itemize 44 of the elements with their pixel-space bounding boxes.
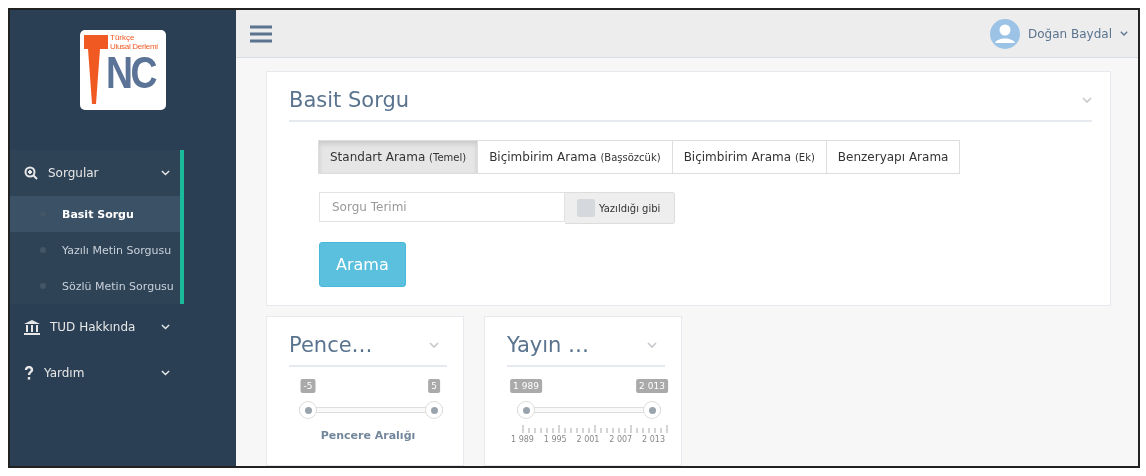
nav-item[interactable]: Basit Sorgu: [10, 196, 180, 232]
nav-group[interactable]: TUD Hakkında: [10, 304, 180, 350]
nav-group[interactable]: Yardım: [10, 350, 180, 396]
chevron-icon: [161, 370, 170, 376]
search-tab[interactable]: Standart Arama (Temel): [318, 140, 479, 174]
value-label: -5: [300, 379, 316, 393]
nav-label: TUD Hakkında: [50, 320, 137, 334]
chevron-icon: [647, 342, 657, 348]
scale-label: 2 001: [576, 435, 600, 444]
slider-handle[interactable]: [425, 401, 443, 419]
logo: Türkçe Ulusal Derlemi NC: [80, 30, 166, 110]
value-label: 1 989: [510, 379, 542, 393]
chevron-icon: [161, 324, 170, 330]
card-title: Yayın …: [507, 333, 590, 357]
search-tab[interactable]: Biçimbirim Arama (Ek): [671, 140, 827, 174]
scale-label: 1 989: [511, 435, 534, 444]
nav-group[interactable]: Sorgular: [10, 150, 180, 196]
chevron-icon: [429, 342, 439, 348]
user-menu[interactable]: Doğan Baydal: [990, 18, 1128, 49]
chevron-icon: [1082, 97, 1092, 103]
scale-label: 2 013: [642, 435, 665, 444]
nav-label: Sorgular: [48, 166, 100, 180]
card-title: Basit Sorgu: [289, 88, 410, 112]
menu-icon[interactable]: [250, 24, 272, 43]
search-field[interactable]: Sorgu Terimi: [319, 192, 565, 222]
question-icon: [24, 366, 34, 380]
scale-label: 1 995: [543, 435, 567, 444]
slider-caption: Pencere Aralığı: [319, 429, 417, 442]
avatar-icon: [990, 18, 1021, 49]
nav-label: Yardım: [44, 366, 86, 380]
slider-handle[interactable]: [299, 401, 317, 419]
zoom-in-icon: [24, 166, 38, 180]
scale-label: 2 007: [609, 435, 633, 444]
bank-icon: [24, 319, 40, 335]
exact-match-option[interactable]: Yazıldığı gibi: [565, 192, 676, 224]
card-title: Pence…: [289, 333, 373, 357]
chevron-icon: [1120, 31, 1128, 36]
chevron-icon: [161, 170, 170, 176]
search-tab[interactable]: Benzeryapı Arama: [825, 140, 961, 174]
value-label: 2 013: [636, 379, 668, 393]
search-tab[interactable]: Biçimbirim Arama (Başsözcük): [477, 140, 673, 174]
slider-handle[interactable]: [517, 401, 535, 419]
slider-handle[interactable]: [643, 401, 661, 419]
value-label: 5: [428, 379, 440, 393]
